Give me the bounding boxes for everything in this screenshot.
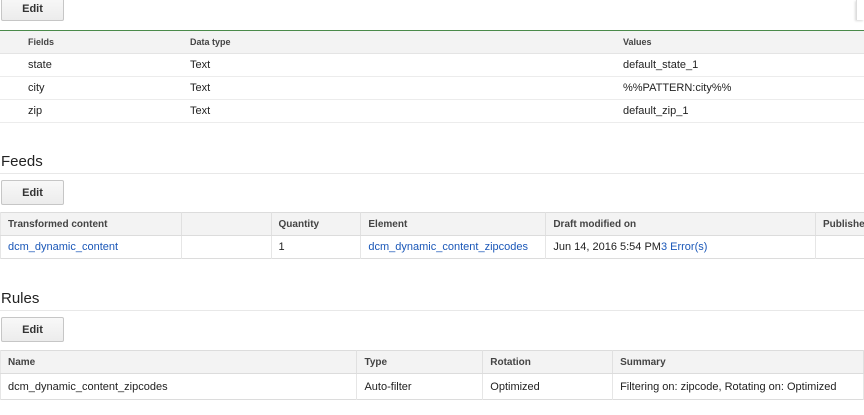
blank-cell <box>181 235 272 259</box>
column-header-blank <box>181 212 272 236</box>
feeds-edit-button[interactable]: Edit <box>1 180 64 205</box>
rule-summary: Filtering on: zipcode, Rotating on: Opti… <box>612 373 864 400</box>
column-header-data-type: Data type <box>190 31 623 54</box>
quantity-cell: 1 <box>271 235 362 259</box>
column-header-element: Element <box>360 212 547 236</box>
table-row: zip Text default_zip_1 <box>0 99 864 123</box>
rule-type: Auto-filter <box>356 373 484 400</box>
field-value: default_state_1 <box>623 53 864 77</box>
rule-name: dcm_dynamic_content_zipcodes <box>0 373 358 400</box>
field-type: Text <box>190 53 623 77</box>
field-name: zip <box>28 99 190 123</box>
column-header-summary: Summary <box>612 350 864 374</box>
rule-rotation: Optimized <box>482 373 614 400</box>
column-header-published: Published <box>815 212 864 236</box>
column-header-transformed-content: Transformed content <box>0 212 182 236</box>
feeds-header-row: Transformed content Quantity Element Dra… <box>0 212 864 236</box>
column-header-type: Type <box>356 350 484 374</box>
draft-modified-date: Jun 14, 2016 5:54 PM <box>553 241 661 253</box>
element-link[interactable]: dcm_dynamic_content_zipcodes <box>368 241 528 253</box>
fields-header-row: Fields Data type Values <box>0 31 864 54</box>
draft-modified-cell: Jun 14, 2016 5:54 PM3 Error(s) <box>545 235 816 259</box>
rules-heading: Rules <box>1 290 40 307</box>
column-header-draft-modified: Draft modified on <box>545 212 816 236</box>
popup-edge <box>856 0 864 20</box>
feeds-divider <box>0 173 864 174</box>
rules-header-row: Name Type Rotation Summary <box>0 350 864 374</box>
fields-table: Fields Data type Values state Text defau… <box>0 31 864 123</box>
feeds-table: Transformed content Quantity Element Dra… <box>0 212 864 259</box>
column-header-quantity: Quantity <box>271 212 362 236</box>
table-row: dcm_dynamic_content_zipcodes Auto-filter… <box>0 373 864 400</box>
table-row: city Text %%PATTERN:city%% <box>0 76 864 100</box>
published-cell <box>815 235 864 259</box>
column-header-fields: Fields <box>28 31 190 54</box>
rules-table: Name Type Rotation Summary dcm_dynamic_c… <box>0 350 864 400</box>
column-header-rotation: Rotation <box>482 350 614 374</box>
rules-divider <box>0 310 864 311</box>
field-type: Text <box>190 99 623 123</box>
top-edit-button[interactable]: Edit <box>1 0 64 21</box>
feeds-heading: Feeds <box>1 153 43 170</box>
field-name: city <box>28 76 190 100</box>
column-header-name: Name <box>0 350 358 374</box>
table-row: state Text default_state_1 <box>0 53 864 77</box>
errors-link[interactable]: 3 Error(s) <box>661 241 707 253</box>
field-value: default_zip_1 <box>623 99 864 123</box>
transformed-content-link[interactable]: dcm_dynamic_content <box>8 241 118 253</box>
field-name: state <box>28 53 190 77</box>
field-type: Text <box>190 76 623 100</box>
field-value: %%PATTERN:city%% <box>623 76 864 100</box>
rules-edit-button[interactable]: Edit <box>1 317 64 342</box>
column-header-values: Values <box>623 31 864 54</box>
table-row: dcm_dynamic_content 1 dcm_dynamic_conten… <box>0 235 864 259</box>
